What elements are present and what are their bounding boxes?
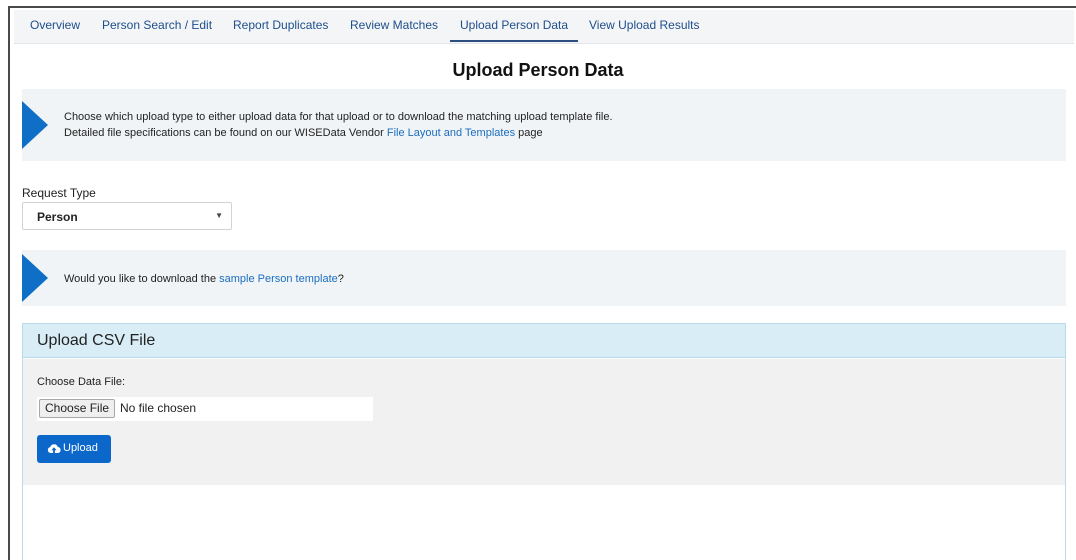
caret-down-icon: ▼: [215, 211, 223, 220]
info-text: Choose which upload type to either uploa…: [64, 109, 613, 141]
tab-view-upload-results[interactable]: View Upload Results: [589, 18, 700, 32]
active-tab-indicator: [450, 40, 578, 42]
request-type-select[interactable]: Person ▼: [22, 202, 232, 230]
cloud-upload-icon: [47, 444, 61, 454]
info-line-2-prefix: Detailed file specifications can be foun…: [64, 127, 387, 139]
info-line-2: Detailed file specifications can be foun…: [64, 125, 613, 141]
sample-template-link[interactable]: sample Person template: [219, 273, 338, 285]
panel-header: Upload CSV File: [23, 324, 1065, 358]
request-type-value: Person: [37, 210, 78, 224]
file-input[interactable]: Choose File No file chosen: [37, 397, 373, 421]
panel-body: Choose Data File: Choose File No file ch…: [23, 359, 1065, 485]
triangle-pointer-icon: [22, 101, 48, 149]
tab-review-matches[interactable]: Review Matches: [350, 18, 438, 32]
upload-button-label: Upload: [63, 442, 98, 454]
template-prompt-prefix: Would you like to download the: [64, 273, 220, 285]
request-type-label: Request Type: [22, 186, 96, 200]
info-box-template: Would you like to download the sample Pe…: [22, 250, 1066, 306]
upload-button[interactable]: Upload: [37, 435, 111, 463]
upload-csv-panel: Upload CSV File Choose Data File: Choose…: [22, 323, 1066, 560]
tab-person-search-edit[interactable]: Person Search / Edit: [102, 18, 212, 32]
triangle-pointer-icon: [22, 254, 48, 302]
tab-overview[interactable]: Overview: [30, 18, 80, 32]
info-box-upload-type: Choose which upload type to either uploa…: [22, 89, 1066, 161]
file-status: No file chosen: [120, 401, 197, 415]
info-line-1: Choose which upload type to either uploa…: [64, 111, 613, 123]
choose-file-button[interactable]: Choose File: [39, 399, 116, 418]
page-title: Upload Person Data: [452, 60, 624, 80]
template-prompt-suffix: ?: [337, 273, 344, 285]
panel-title: Upload CSV File: [37, 332, 156, 349]
tab-upload-person-data[interactable]: Upload Person Data: [460, 18, 568, 32]
choose-file-label: Choose Data File:: [37, 376, 126, 388]
file-layout-templates-link[interactable]: File Layout and Templates: [387, 127, 515, 139]
tab-bar: Overview Person Search / Edit Report Dup…: [14, 10, 1074, 44]
template-prompt: Would you like to download the sample Pe…: [64, 271, 344, 287]
info-line-2-suffix: page: [515, 127, 543, 139]
tab-report-duplicates[interactable]: Report Duplicates: [233, 18, 328, 32]
